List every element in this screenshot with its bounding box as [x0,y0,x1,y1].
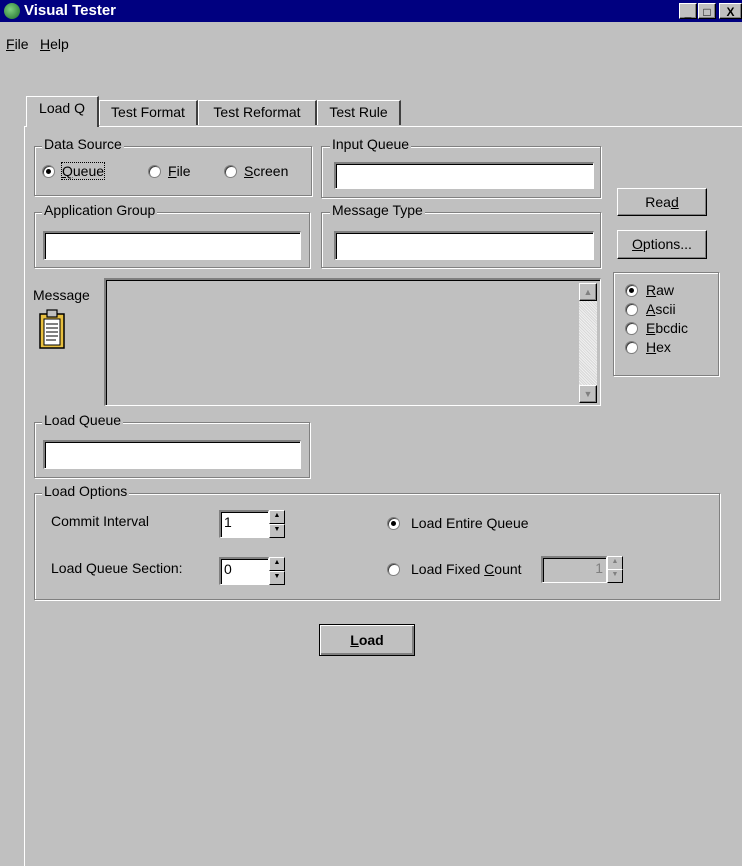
radio-hex-circle[interactable] [625,341,638,354]
scroll-up-button[interactable]: ▲ [579,283,597,301]
application-group-field[interactable] [43,231,301,260]
load-queue-legend: Load Queue [42,412,124,428]
clipboard-icon[interactable] [38,308,66,350]
radio-file-label[interactable]: File [168,163,191,179]
fixed-count-field[interactable]: 1 [541,556,607,583]
commit-interval-label: Commit Interval [51,513,150,529]
load-button[interactable]: Load [319,624,415,656]
message-type-legend: Message Type [330,202,425,218]
radio-load-fixed-count-circle[interactable] [387,563,400,576]
load-queue-section-field[interactable]: 0 [219,557,269,585]
message-textarea[interactable]: ▲ ▼ [104,278,601,406]
load-queue-section-up-arrow-icon[interactable]: ▲ [269,557,285,571]
radio-ebcdic-circle[interactable] [625,322,638,335]
load-queue-section-label: Load Queue Section: [51,560,183,576]
scroll-down-button[interactable]: ▼ [579,385,597,403]
menu-help[interactable]: Help [40,36,69,52]
close-button[interactable]: X [719,3,742,19]
load-queue-section-down-arrow-icon[interactable]: ▼ [269,571,285,585]
minimize-button[interactable]: _ [679,3,697,19]
radio-ebcdic-label[interactable]: Ebcdic [646,320,688,336]
fixed-count-down-arrow-icon[interactable]: ▼ [607,569,623,583]
radio-screen-label[interactable]: Screen [244,163,288,179]
commit-interval-field[interactable]: 1 [219,510,269,538]
title-bar[interactable]: Visual Tester _ □ X [0,0,742,22]
fixed-count-spinner[interactable]: ▲ ▼ [607,556,623,583]
radio-load-entire-queue-circle[interactable] [387,517,400,530]
application-group-legend: Application Group [42,202,158,218]
commit-interval-up-arrow-icon[interactable]: ▲ [269,510,285,524]
radio-raw-label[interactable]: Raw [646,282,674,298]
app-globe-icon [4,3,20,19]
radio-queue-label[interactable]: Queue [60,162,106,180]
load-queue-section-spinner[interactable]: ▲ ▼ [269,557,285,585]
tab-load-q[interactable]: Load Q [26,96,99,127]
window-title: Visual Tester [24,2,116,19]
options-button[interactable]: Options... [617,230,707,259]
menu-file[interactable]: File [6,36,29,52]
radio-raw-circle[interactable] [625,284,638,297]
read-button[interactable]: Read [617,188,707,216]
input-queue-legend: Input Queue [330,136,412,152]
tab-test-format[interactable]: Test Format [99,100,198,125]
data-source-legend: Data Source [42,136,124,152]
input-queue-field[interactable] [334,162,594,189]
radio-queue-circle[interactable] [42,165,55,178]
tab-test-reformat[interactable]: Test Reformat [198,100,317,125]
radio-ascii-label[interactable]: Ascii [646,301,676,317]
load-options-group [34,493,720,600]
load-options-legend: Load Options [42,483,130,499]
load-queue-field[interactable] [43,440,301,469]
radio-hex-label[interactable]: Hex [646,339,671,355]
fixed-count-up-arrow-icon[interactable]: ▲ [607,556,623,570]
tab-test-rule[interactable]: Test Rule [317,100,401,125]
commit-interval-spinner[interactable]: ▲ ▼ [269,510,285,538]
radio-file-circle[interactable] [148,165,161,178]
radio-load-fixed-count-label[interactable]: Load Fixed Count [411,561,522,577]
radio-load-entire-queue-label[interactable]: Load Entire Queue [411,515,529,531]
message-scrollbar[interactable]: ▲ ▼ [579,283,597,403]
maximize-button[interactable]: □ [698,3,716,19]
message-type-field[interactable] [334,231,594,260]
message-label: Message [33,287,90,303]
radio-ascii-circle[interactable] [625,303,638,316]
menu-bar: File Help [0,36,742,56]
commit-interval-down-arrow-icon[interactable]: ▼ [269,524,285,538]
radio-screen-circle[interactable] [224,165,237,178]
